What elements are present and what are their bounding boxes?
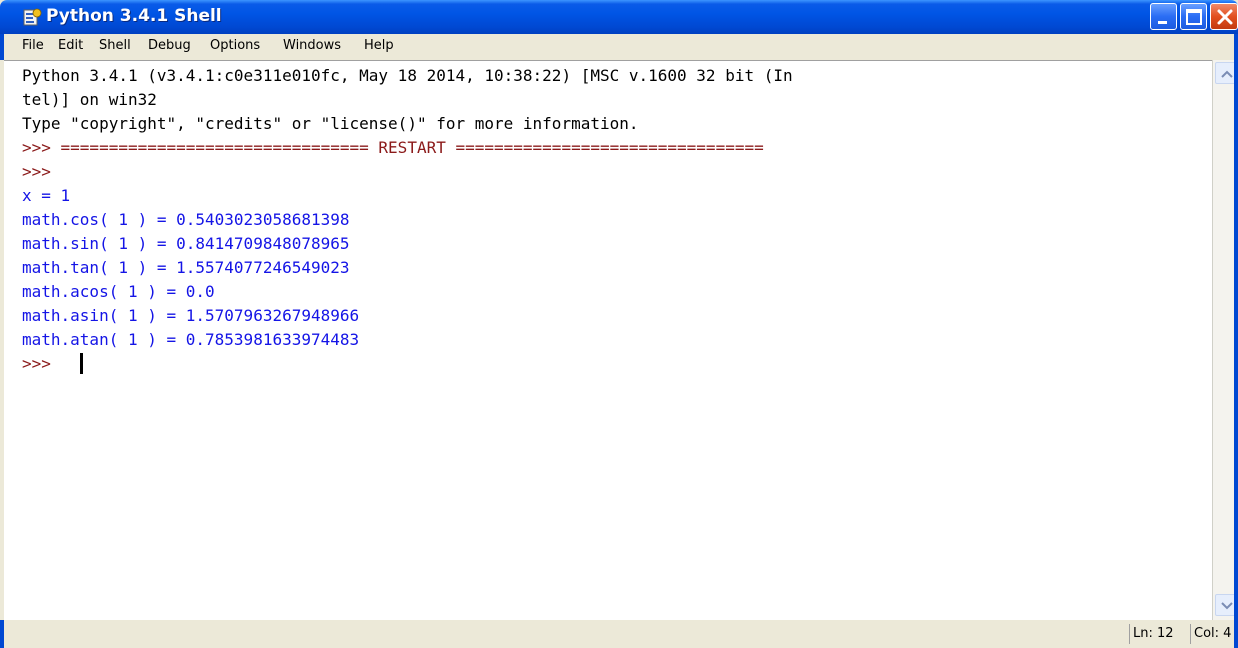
- output-line: math.sin( 1 ) = 0.8414709848078965: [22, 234, 350, 253]
- menu-debug[interactable]: Debug: [148, 38, 191, 53]
- prompt-line: >>>: [22, 354, 51, 373]
- window-title: Python 3.4.1 Shell: [46, 6, 222, 26]
- column-number-indicator: Col: 4: [1190, 624, 1231, 644]
- output-line: x = 1: [22, 186, 71, 205]
- menu-bar: File Edit Shell Debug Options Windows He…: [0, 34, 1238, 60]
- python-idle-icon: [23, 8, 42, 26]
- restart-line: >>> ================================ RES…: [22, 138, 764, 157]
- minimize-button[interactable]: [1150, 3, 1177, 30]
- title-bar[interactable]: Python 3.4.1 Shell: [0, 0, 1238, 34]
- banner-line: Type "copyright", "credits" or "license(…: [22, 114, 639, 133]
- menu-shell[interactable]: Shell: [99, 38, 131, 53]
- shell-text-area[interactable]: Python 3.4.1 (v3.4.1:c0e311e010fc, May 1…: [4, 60, 1212, 620]
- maximize-button[interactable]: [1180, 3, 1207, 30]
- line-number-indicator: Ln: 12: [1129, 624, 1174, 644]
- output-line: math.tan( 1 ) = 1.5574077246549023: [22, 258, 350, 277]
- menu-help[interactable]: Help: [364, 38, 394, 53]
- menu-edit[interactable]: Edit: [58, 38, 83, 53]
- menu-options[interactable]: Options: [210, 38, 260, 53]
- window-frame-border: [1234, 34, 1238, 648]
- banner-line: tel)] on win32: [22, 90, 157, 109]
- menu-windows[interactable]: Windows: [283, 38, 341, 53]
- output-line: math.asin( 1 ) = 1.5707963267948966: [22, 306, 360, 325]
- minimize-icon: [1158, 21, 1167, 24]
- menu-file[interactable]: File: [22, 38, 44, 53]
- idle-shell-window: Python 3.4.1 Shell File Edit Shell Debug…: [0, 0, 1238, 648]
- output-line: math.atan( 1 ) = 0.7853981633974483: [22, 330, 360, 349]
- banner-line: Python 3.4.1 (v3.4.1:c0e311e010fc, May 1…: [22, 66, 793, 85]
- prompt-line: >>>: [22, 162, 51, 181]
- close-icon: [1217, 9, 1233, 25]
- maximize-icon: [1186, 9, 1202, 25]
- output-line: math.acos( 1 ) = 0.0: [22, 282, 215, 301]
- output-line: math.cos( 1 ) = 0.5403023058681398: [22, 210, 350, 229]
- text-cursor: [80, 353, 83, 374]
- close-button[interactable]: [1210, 3, 1238, 30]
- status-bar: Ln: 12 Col: 4: [0, 620, 1238, 648]
